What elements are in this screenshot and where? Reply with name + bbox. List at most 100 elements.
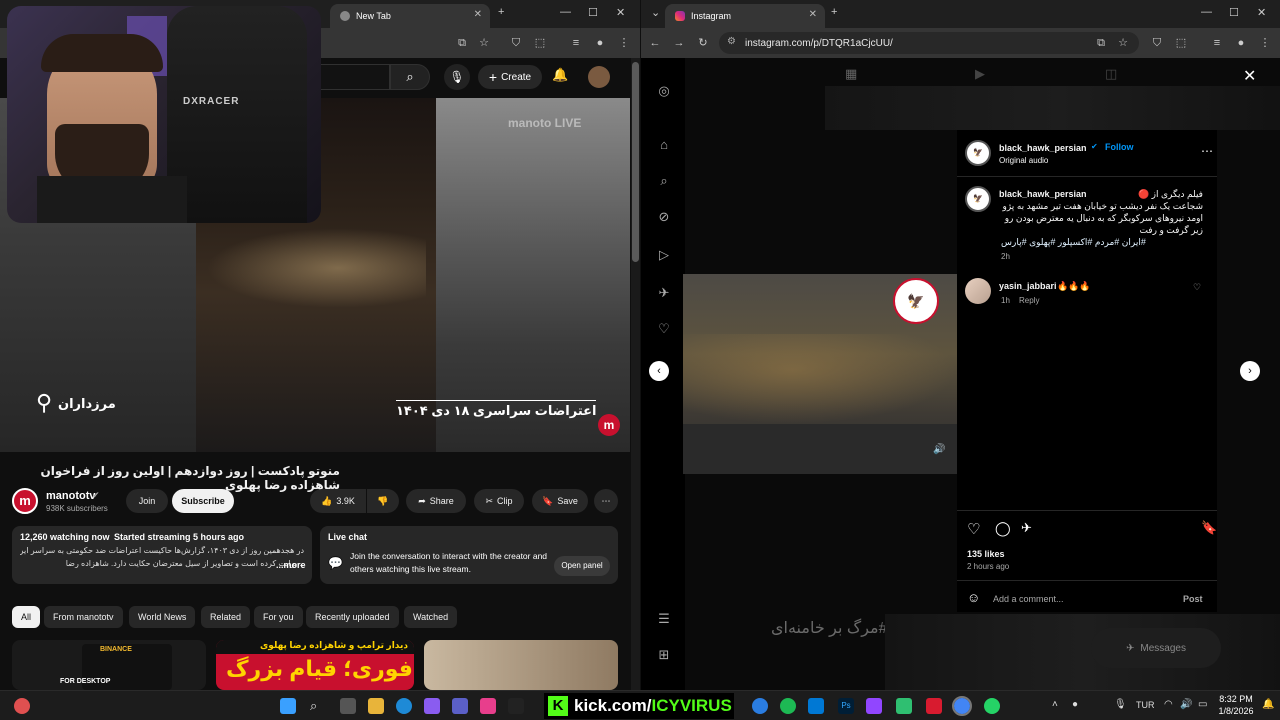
- reload-icon[interactable]: ↻: [695, 35, 711, 51]
- share-button[interactable]: ➦ Share: [406, 489, 466, 513]
- battery-icon[interactable]: ▭: [1198, 699, 1207, 710]
- tray-chevron-icon[interactable]: ˄: [1052, 699, 1058, 710]
- terminal-icon[interactable]: [508, 698, 524, 714]
- volume-icon[interactable]: 🔊: [1180, 699, 1192, 710]
- commenter-username[interactable]: yasin_jabbari: [999, 280, 1057, 292]
- caption-avatar[interactable]: 🦅: [965, 186, 991, 212]
- dislike-button[interactable]: 👎: [367, 489, 399, 513]
- chip-world-news[interactable]: World News: [129, 606, 196, 628]
- recommended-card-1[interactable]: BINANCE FOR DESKTOP: [12, 640, 206, 690]
- edge-icon[interactable]: [396, 698, 412, 714]
- site-info-icon[interactable]: ⚙: [727, 36, 736, 47]
- chip-watched[interactable]: Watched: [404, 606, 458, 628]
- subscribe-button[interactable]: Subscribe: [172, 489, 234, 513]
- menu-icon[interactable]: ⋮: [616, 35, 632, 51]
- apps-icon[interactable]: ⊞: [657, 648, 671, 662]
- open-panel-button[interactable]: Open panel: [554, 556, 610, 576]
- whatsapp-icon[interactable]: [984, 698, 1000, 714]
- bookmark-star-icon[interactable]: ☆: [1115, 35, 1131, 51]
- close-window-icon[interactable]: ✕: [1257, 6, 1266, 19]
- chip-from-channel[interactable]: From manototv: [44, 606, 123, 628]
- close-window-icon[interactable]: ✕: [616, 6, 625, 19]
- more-link[interactable]: ...more: [276, 560, 306, 570]
- maximize-icon[interactable]: ☐: [588, 6, 598, 19]
- follow-button[interactable]: Follow: [1105, 142, 1134, 152]
- app-icon[interactable]: [752, 698, 768, 714]
- tab-search-icon[interactable]: ≡: [568, 35, 584, 51]
- tray-app-icon[interactable]: ●: [1072, 699, 1078, 710]
- app-icon[interactable]: [926, 698, 942, 714]
- wifi-icon[interactable]: ◠: [1164, 699, 1173, 710]
- weather-widget-icon[interactable]: [14, 698, 30, 714]
- notifications-icon[interactable]: 🔔: [1262, 699, 1274, 710]
- like-heart-icon[interactable]: ♡: [967, 520, 980, 538]
- cast-icon[interactable]: ⧉: [1093, 35, 1109, 51]
- save-button[interactable]: 🔖 Save: [532, 489, 588, 513]
- more-menu-icon[interactable]: ☰: [657, 612, 671, 626]
- poster-username[interactable]: black_hawk_persian: [999, 142, 1087, 154]
- grid-tab-icon[interactable]: ▦: [845, 66, 857, 82]
- recommended-card-2[interactable]: دیدار ترامپ و شاهزاده رضا پهلوی فوری؛ قی…: [216, 640, 414, 690]
- menu-icon[interactable]: ⋮: [1257, 35, 1273, 51]
- more-actions-icon[interactable]: ⋯: [594, 489, 618, 513]
- chrome-icon[interactable]: [952, 696, 972, 716]
- description-box[interactable]: 12,260 watching now Started streaming 5 …: [12, 526, 312, 584]
- photoshop-icon[interactable]: Ps: [838, 698, 854, 714]
- account-avatar[interactable]: [588, 66, 610, 88]
- chip-related[interactable]: Related: [201, 606, 251, 628]
- tab-instagram[interactable]: Instagram ✕: [665, 4, 825, 28]
- close-icon[interactable]: ✕: [474, 9, 482, 20]
- vscode-icon[interactable]: [808, 698, 824, 714]
- reels-tab-icon[interactable]: ▶: [975, 66, 985, 82]
- commenter-avatar[interactable]: [965, 278, 991, 304]
- emoji-icon[interactable]: ☺: [967, 590, 980, 605]
- post-video[interactable]: 🦅 🔊: [683, 274, 957, 474]
- likes-count[interactable]: 135 likes: [967, 548, 1005, 560]
- app-icon[interactable]: [480, 698, 496, 714]
- comment-icon[interactable]: ◯: [995, 520, 1011, 537]
- tab-list-icon[interactable]: ⌄: [651, 6, 660, 19]
- like-button[interactable]: 👍 3.9K: [310, 489, 366, 513]
- search-icon[interactable]: ⌕: [657, 174, 671, 188]
- share-icon[interactable]: ✈: [1021, 520, 1032, 536]
- chip-for-you[interactable]: For you: [254, 606, 303, 628]
- extensions-icon[interactable]: ⬚: [1173, 35, 1189, 51]
- new-tab-icon[interactable]: +: [831, 6, 837, 18]
- teams-icon[interactable]: [452, 698, 468, 714]
- save-bookmark-icon[interactable]: 🔖: [1201, 520, 1217, 536]
- app-icon[interactable]: [896, 698, 912, 714]
- language-indicator[interactable]: TUR: [1136, 700, 1155, 710]
- extensions-icon[interactable]: ⬚: [532, 35, 548, 51]
- channel-avatar[interactable]: m: [12, 488, 38, 514]
- mute-icon[interactable]: 🔊: [933, 444, 945, 455]
- mic-tray-icon[interactable]: 🎙: [1114, 699, 1127, 710]
- maximize-icon[interactable]: ☐: [1229, 6, 1239, 19]
- new-tab-icon[interactable]: +: [498, 6, 504, 18]
- channel-name[interactable]: manototv: [46, 490, 96, 502]
- join-button[interactable]: Join: [126, 489, 168, 513]
- caption-username[interactable]: black_hawk_persian: [999, 188, 1087, 200]
- search-icon[interactable]: ⌕: [390, 64, 430, 90]
- comment-like-icon[interactable]: ♡: [1193, 282, 1201, 293]
- profile-avatar[interactable]: ●: [1233, 35, 1249, 51]
- clip-button[interactable]: ✂ Clip: [474, 489, 524, 513]
- obs-icon[interactable]: [866, 698, 882, 714]
- minimize-icon[interactable]: —: [560, 6, 571, 18]
- reels-icon[interactable]: ▷: [657, 248, 671, 262]
- close-icon[interactable]: ✕: [809, 9, 817, 20]
- messages-icon[interactable]: ✈: [657, 286, 671, 300]
- post-options-icon[interactable]: ⋯: [1201, 144, 1213, 158]
- notifications-heart-icon[interactable]: ♡: [657, 322, 671, 336]
- shield-icon[interactable]: ⛉: [508, 35, 524, 51]
- next-post-button[interactable]: ›: [1240, 361, 1260, 381]
- profile-avatar[interactable]: ●: [592, 35, 608, 51]
- clock-time[interactable]: 8:32 PM: [1218, 694, 1254, 704]
- tab-search-icon[interactable]: ≡: [1209, 35, 1225, 51]
- home-icon[interactable]: ⌂: [657, 138, 671, 152]
- close-modal-icon[interactable]: ✕: [1243, 66, 1256, 86]
- search-icon[interactable]: ⌕: [310, 698, 326, 714]
- chip-recently-uploaded[interactable]: Recently uploaded: [306, 606, 399, 628]
- messages-button[interactable]: ✈ Messages: [1091, 628, 1221, 668]
- explore-icon[interactable]: ⊘: [657, 210, 671, 224]
- chip-all[interactable]: All: [12, 606, 41, 628]
